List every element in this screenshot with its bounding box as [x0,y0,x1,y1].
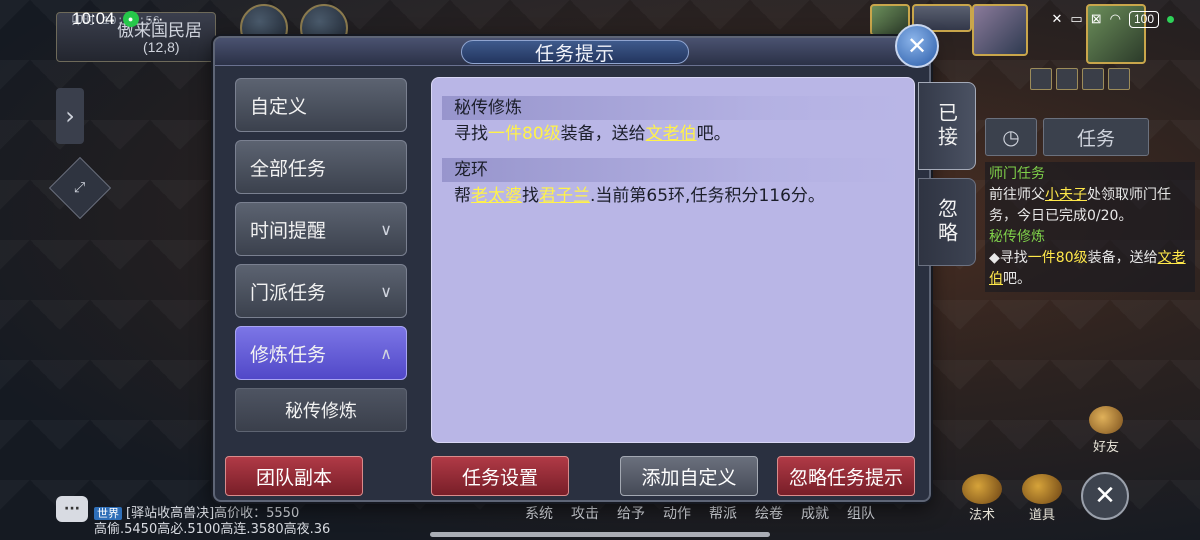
menu-achievement[interactable]: 成就 [792,503,838,523]
chat-icon[interactable]: ··· [56,496,88,522]
category-custom[interactable]: 自定义 [235,78,407,132]
buff-icon[interactable] [1030,68,1052,90]
quest-hint-dialog: 任务提示 ✕ 自定义 全部任务 时间提醒 ∨ 门派任务 ∨ 修炼任务 ∧ 秘传修炼 秘… [213,24,976,502]
chevron-up-icon: ∧ [380,343,392,363]
dialog-title: 任务提示 [461,40,689,65]
bottom-menu: 系统 攻击 给予 动作 帮派 绘卷 成就 组队 [516,503,884,523]
category-all[interactable]: 全部任务 [235,140,407,194]
buff-icon[interactable] [1056,68,1078,90]
quest-tracker[interactable]: 师门任务 前往师父小夫子处领取师门任务，今日已完成0/20。 秘传修炼 ◆寻找一… [985,162,1195,292]
expand-arrow-icon[interactable]: › [56,88,84,144]
tracker-entry-title: 秘传修炼 [989,229,1045,245]
tracker-entry-text: ◆寻找一件80级装备，送给文老伯吧。 [989,250,1186,287]
clock-icon[interactable]: ◷ [985,118,1037,156]
npc-link[interactable]: 文老伯 [646,124,697,144]
battery-icon: 100 [1128,10,1159,28]
close-menu-button[interactable]: ✕ [1081,472,1129,520]
npc-link[interactable]: 老太婆 [471,186,522,206]
more-icon: ··· [146,9,164,28]
menu-system[interactable]: 系统 [516,503,562,523]
bell-icon [962,474,1002,504]
tracker-entry-text: 前往师父小夫子处领取师门任务，今日已完成0/20。 [989,187,1171,224]
handshake-icon [1089,406,1123,434]
menu-give[interactable]: 给予 [608,503,654,523]
team-dungeon-button[interactable]: 团队副本 [225,456,363,496]
wechat-icon: ● [122,11,139,27]
category-time-reminder[interactable]: 时间提醒 ∨ [235,202,407,256]
quest-title: 宠环 [442,158,904,182]
tab-accepted[interactable]: 已接 [918,82,976,170]
tracker-tab-quests[interactable]: 任务 [1043,118,1149,156]
chat-channel-badge: 世界 [94,507,122,520]
location-coord: (12,8) [143,39,180,55]
buff-row [1030,68,1130,90]
bottom-icons: 法术 道具 [958,474,1066,523]
quest-item[interactable]: 宠环 帮老太婆找君子兰.当前第65环,任务积分116分。 [442,158,904,208]
tracker-header: ◷ 任务 [985,118,1149,156]
status-bar: 10:04 ● ··· ✕ ▭ ⊠ ◠ 100 [0,0,1200,38]
quest-desc: 寻找一件80级装备，送给文老伯吧。 [454,124,731,144]
menu-guild[interactable]: 帮派 [700,503,746,523]
friends-button[interactable]: 好友 [1086,406,1126,455]
buff-icon[interactable] [1082,68,1104,90]
category-list: 自定义 全部任务 时间提醒 ∨ 门派任务 ∨ 修炼任务 ∧ 秘传修炼 [235,78,407,432]
menu-scroll[interactable]: 绘卷 [746,503,792,523]
category-training[interactable]: 修炼任务 ∧ [235,326,407,380]
quest-item-name: 一件80级 [488,124,561,144]
privacy-dot [1167,15,1174,23]
menu-attack[interactable]: 攻击 [562,503,608,523]
quest-item[interactable]: 秘传修炼 寻找一件80级装备，送给文老伯吧。 [442,96,904,146]
vibrate-icon: ✕ [1051,11,1063,26]
tab-ignored[interactable]: 忽略 [918,178,976,266]
npc-link[interactable]: 小夫子 [1045,187,1087,203]
chest-icon [1022,474,1062,504]
item-button[interactable]: 道具 [1018,474,1066,523]
spell-button[interactable]: 法术 [958,474,1006,523]
side-tabs: 已接 忽略 [918,82,980,274]
quest-desc: 帮老太婆找君子兰.当前第65环,任务积分116分。 [454,186,825,206]
buff-icon[interactable] [1108,68,1130,90]
menu-action[interactable]: 动作 [654,503,700,523]
status-time: 10:04 [72,9,115,28]
quest-content-panel: 秘传修炼 寻找一件80级装备，送给文老伯吧。 宠环 帮老太婆找君子兰.当前第65… [431,77,915,443]
subcategory-secret-training[interactable]: 秘传修炼 [235,388,407,432]
expand-icon: ⤢ [74,179,86,196]
add-custom-button[interactable]: 添加自定义 [620,456,758,496]
dialog-titlebar: 任务提示 [215,38,929,66]
category-sect[interactable]: 门派任务 ∨ [235,264,407,318]
chevron-down-icon: ∨ [380,281,392,301]
chevron-down-icon: ∨ [380,219,392,239]
tracker-entry-title: 师门任务 [989,166,1045,182]
ignore-quest-hint-button[interactable]: 忽略任务提示 [777,456,915,496]
quest-title: 秘传修炼 [442,96,904,120]
npc-link[interactable]: 君子兰 [539,186,590,206]
cast-icon: ▭ [1070,11,1083,26]
quest-settings-button[interactable]: 任务设置 [431,456,569,496]
sim-icon: ⊠ [1090,11,1102,26]
chat-preview[interactable]: 世界 [驿站收高兽决]高价收：5550 高偷.5450高必.5100高连.3580… [94,506,330,538]
wifi-icon: ◠ [1109,11,1121,26]
home-indicator[interactable] [430,532,770,537]
menu-team[interactable]: 组队 [838,503,884,523]
